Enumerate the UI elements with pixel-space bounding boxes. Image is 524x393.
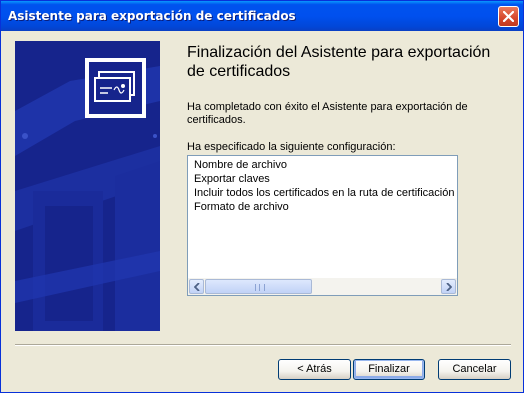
certificate-icon: [85, 58, 146, 118]
wizard-content: Finalización del Asistente para exportac…: [4, 31, 520, 391]
divider: [15, 344, 511, 346]
wizard-heading: Finalización del Asistente para exportac…: [187, 44, 491, 80]
config-label: Ha especificado la siguiente configuraci…: [187, 141, 396, 153]
horizontal-scrollbar[interactable]: [188, 278, 457, 295]
back-button[interactable]: < Atrás: [278, 359, 351, 380]
list-item[interactable]: Nombre de archivo: [194, 158, 454, 172]
close-button[interactable]: [498, 6, 519, 27]
arrow-right-icon: [446, 283, 452, 291]
scroll-left-button[interactable]: [189, 279, 204, 294]
completed-message: Ha completado con éxito el Asistente par…: [187, 101, 468, 126]
config-listbox[interactable]: Nombre de archivo Exportar claves Inclui…: [187, 155, 458, 296]
list-item[interactable]: Formato de archivo: [194, 200, 454, 214]
close-icon: [503, 11, 514, 22]
wizard-side-banner: [15, 41, 160, 331]
title-bar[interactable]: Asistente para exportación de certificad…: [1, 1, 523, 31]
wizard-window: Asistente para exportación de certificad…: [0, 0, 524, 393]
arrow-left-icon: [194, 283, 200, 291]
finish-button[interactable]: Finalizar: [353, 359, 425, 380]
list-item[interactable]: Incluir todos los certificados en la rut…: [194, 186, 454, 200]
window-title: Asistente para exportación de certificad…: [8, 9, 296, 23]
scroll-thumb[interactable]: [205, 279, 312, 294]
scroll-right-button[interactable]: [441, 279, 456, 294]
cancel-button[interactable]: Cancelar: [438, 359, 511, 380]
list-item[interactable]: Exportar claves: [194, 172, 454, 186]
